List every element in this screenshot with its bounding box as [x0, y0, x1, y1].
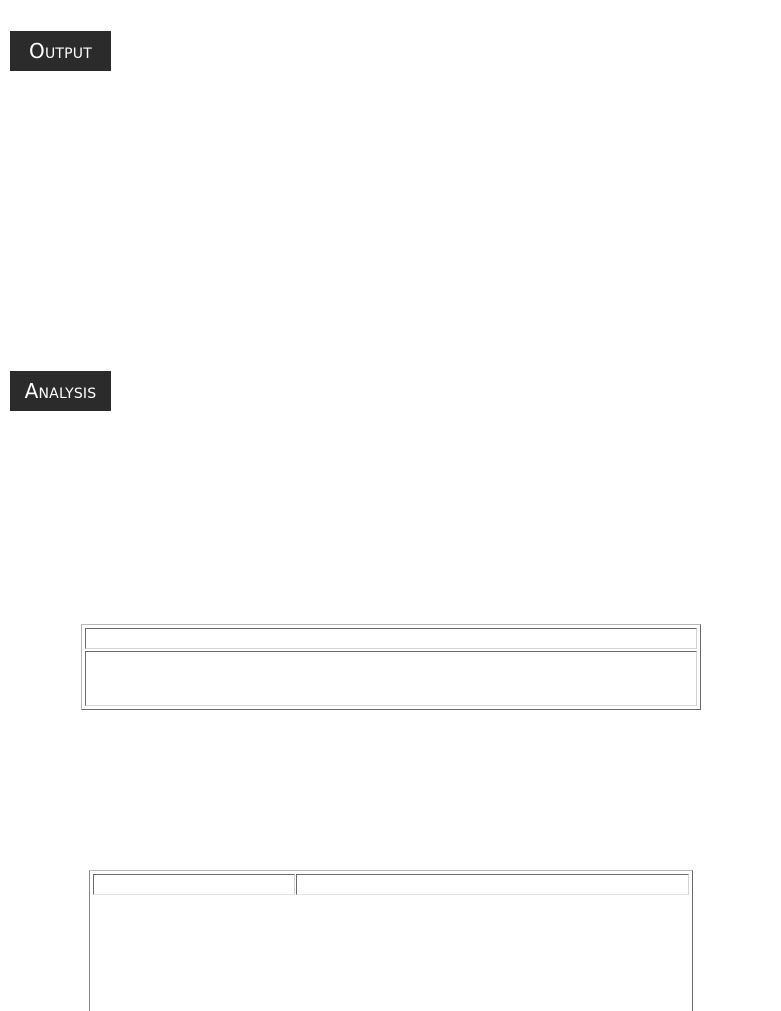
- table-body-cell: [85, 651, 697, 706]
- table-two-column: [89, 870, 693, 1011]
- table-header-cell-1: [93, 874, 295, 895]
- table-header-cell: [85, 628, 697, 649]
- table-single-column: [81, 624, 701, 710]
- section-heading-output: Output: [10, 31, 111, 71]
- table-header-cell-2: [296, 874, 689, 895]
- section-heading-analysis: Analysis: [10, 371, 111, 411]
